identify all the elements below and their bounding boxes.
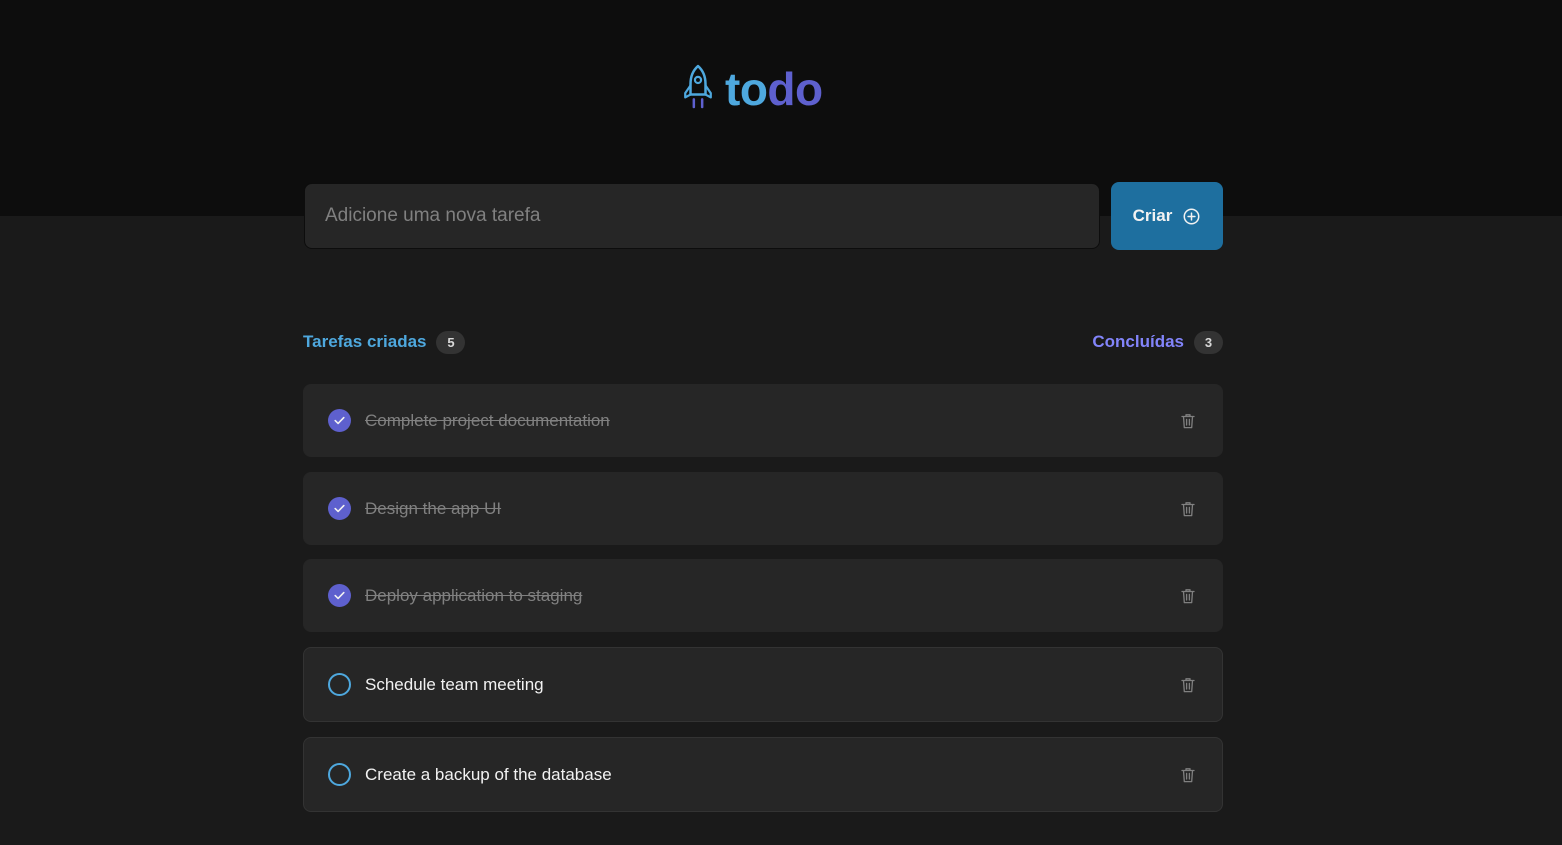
trash-icon — [1181, 413, 1195, 428]
done-summary: Concluídas 3 — [1092, 330, 1223, 354]
delete-task-button[interactable] — [1176, 409, 1200, 433]
task-text: Create a backup of the database — [365, 764, 612, 784]
rocket-icon — [684, 64, 712, 112]
trash-icon — [1181, 767, 1195, 782]
task-checkbox[interactable] — [328, 409, 351, 432]
trash-icon — [1181, 588, 1195, 603]
task-text: Deploy application to staging — [365, 585, 583, 605]
check-icon — [334, 416, 345, 425]
trash-icon — [1181, 677, 1195, 692]
done-count-badge: 3 — [1194, 330, 1223, 354]
logo-text-do: do — [767, 63, 823, 115]
plus-circle-icon — [1183, 208, 1200, 224]
created-count-badge: 5 — [436, 330, 466, 354]
delete-task-button[interactable] — [1176, 497, 1200, 521]
delete-task-button[interactable] — [1176, 584, 1200, 608]
task-item: Create a backup of the database — [303, 737, 1223, 812]
task-item: Schedule team meeting — [303, 647, 1223, 722]
delete-task-button[interactable] — [1176, 673, 1200, 697]
task-checkbox[interactable] — [328, 584, 351, 607]
delete-task-button[interactable] — [1176, 763, 1200, 787]
new-task-field[interactable] — [304, 183, 1100, 249]
app-title: todo — [725, 64, 823, 114]
task-checkbox[interactable] — [328, 763, 351, 786]
task-item: Design the app UI — [303, 472, 1223, 545]
logo-text-to: to — [725, 63, 768, 115]
task-checkbox[interactable] — [328, 497, 351, 520]
check-icon — [334, 591, 345, 600]
task-text: Design the app UI — [365, 498, 502, 518]
task-item: Complete project documentation — [303, 384, 1223, 457]
task-text: Schedule team meeting — [365, 674, 544, 694]
new-task-input[interactable] — [325, 205, 1079, 227]
created-tasks-label: Tarefas criadas — [303, 332, 427, 351]
created-summary: Tarefas criadas 5 — [303, 330, 466, 354]
done-tasks-label: Concluídas — [1092, 332, 1184, 351]
app-logo: todo — [681, 64, 823, 114]
trash-icon — [1181, 501, 1195, 516]
task-text: Complete project documentation — [365, 410, 610, 430]
task-summary: Tarefas criadas 5 Concluídas 3 — [303, 328, 1223, 356]
create-button-label: Criar — [1132, 206, 1173, 225]
create-task-button[interactable]: Criar — [1111, 182, 1223, 250]
task-checkbox[interactable] — [328, 673, 351, 696]
check-icon — [334, 504, 345, 513]
task-item: Deploy application to staging — [303, 559, 1223, 632]
